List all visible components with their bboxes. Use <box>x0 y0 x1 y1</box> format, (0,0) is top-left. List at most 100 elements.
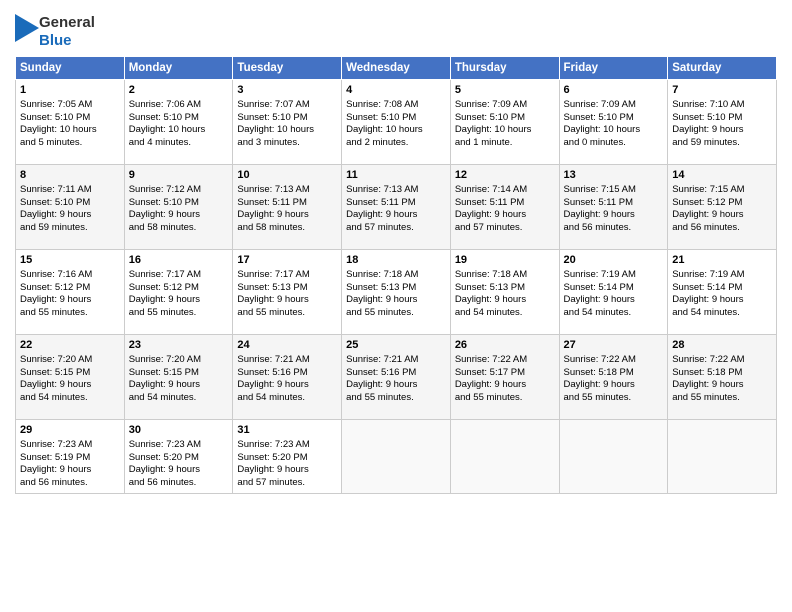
calendar-header-row: SundayMondayTuesdayWednesdayThursdayFrid… <box>16 57 777 80</box>
day-info: Daylight: 9 hours <box>455 379 555 392</box>
day-info: Daylight: 9 hours <box>129 209 229 222</box>
calendar-week-5: 29Sunrise: 7:23 AMSunset: 5:19 PMDayligh… <box>16 420 777 494</box>
calendar-week-3: 15Sunrise: 7:16 AMSunset: 5:12 PMDayligh… <box>16 250 777 335</box>
day-info: Daylight: 9 hours <box>237 209 337 222</box>
day-info: and 55 minutes. <box>20 307 120 320</box>
day-info: Sunset: 5:18 PM <box>672 367 772 380</box>
day-info: Sunset: 5:10 PM <box>564 112 664 125</box>
day-number: 15 <box>20 253 120 268</box>
calendar-cell: 21Sunrise: 7:19 AMSunset: 5:14 PMDayligh… <box>668 250 777 335</box>
day-info: and 57 minutes. <box>455 222 555 235</box>
day-info: Daylight: 9 hours <box>237 379 337 392</box>
day-info: Sunset: 5:10 PM <box>455 112 555 125</box>
day-info: Sunrise: 7:21 AM <box>346 354 446 367</box>
day-info: Sunset: 5:10 PM <box>129 197 229 210</box>
calendar-cell: 9Sunrise: 7:12 AMSunset: 5:10 PMDaylight… <box>124 165 233 250</box>
day-number: 12 <box>455 168 555 183</box>
day-info: and 54 minutes. <box>455 307 555 320</box>
day-number: 21 <box>672 253 772 268</box>
day-info: and 55 minutes. <box>455 392 555 405</box>
day-info: Sunrise: 7:20 AM <box>20 354 120 367</box>
day-info: and 56 minutes. <box>129 477 229 490</box>
day-info: Daylight: 9 hours <box>129 464 229 477</box>
day-info: Sunrise: 7:11 AM <box>20 184 120 197</box>
page-container: GeneralBlue SundayMondayTuesdayWednesday… <box>0 0 792 499</box>
day-number: 1 <box>20 83 120 98</box>
day-info: and 4 minutes. <box>129 137 229 150</box>
day-info: and 2 minutes. <box>346 137 446 150</box>
day-info: and 55 minutes. <box>129 307 229 320</box>
day-info: and 58 minutes. <box>237 222 337 235</box>
day-info: Daylight: 9 hours <box>20 464 120 477</box>
calendar-cell: 18Sunrise: 7:18 AMSunset: 5:13 PMDayligh… <box>342 250 451 335</box>
logo: GeneralBlue <box>15 14 95 50</box>
col-header-saturday: Saturday <box>668 57 777 80</box>
day-info: Sunset: 5:10 PM <box>237 112 337 125</box>
day-number: 16 <box>129 253 229 268</box>
logo-blue: Blue <box>39 32 95 50</box>
day-number: 30 <box>129 423 229 438</box>
day-info: Sunrise: 7:13 AM <box>237 184 337 197</box>
day-number: 29 <box>20 423 120 438</box>
calendar-cell <box>450 420 559 494</box>
calendar-cell: 26Sunrise: 7:22 AMSunset: 5:17 PMDayligh… <box>450 335 559 420</box>
day-info: and 55 minutes. <box>346 392 446 405</box>
calendar-cell: 5Sunrise: 7:09 AMSunset: 5:10 PMDaylight… <box>450 80 559 165</box>
day-number: 28 <box>672 338 772 353</box>
day-info: and 56 minutes. <box>672 222 772 235</box>
day-info: and 54 minutes. <box>564 307 664 320</box>
day-info: Sunrise: 7:19 AM <box>672 269 772 282</box>
col-header-wednesday: Wednesday <box>342 57 451 80</box>
day-info: Daylight: 9 hours <box>346 294 446 307</box>
calendar-cell: 8Sunrise: 7:11 AMSunset: 5:10 PMDaylight… <box>16 165 125 250</box>
calendar-cell <box>559 420 668 494</box>
day-number: 25 <box>346 338 446 353</box>
day-number: 11 <box>346 168 446 183</box>
day-number: 10 <box>237 168 337 183</box>
day-info: Sunrise: 7:18 AM <box>346 269 446 282</box>
calendar-cell: 28Sunrise: 7:22 AMSunset: 5:18 PMDayligh… <box>668 335 777 420</box>
calendar-cell <box>342 420 451 494</box>
calendar-cell: 24Sunrise: 7:21 AMSunset: 5:16 PMDayligh… <box>233 335 342 420</box>
day-info: Sunset: 5:10 PM <box>672 112 772 125</box>
day-info: Sunset: 5:20 PM <box>129 452 229 465</box>
day-info: Sunset: 5:15 PM <box>20 367 120 380</box>
day-info: Sunrise: 7:07 AM <box>237 99 337 112</box>
day-info: Daylight: 10 hours <box>129 124 229 137</box>
calendar-cell: 11Sunrise: 7:13 AMSunset: 5:11 PMDayligh… <box>342 165 451 250</box>
calendar-cell: 7Sunrise: 7:10 AMSunset: 5:10 PMDaylight… <box>668 80 777 165</box>
day-info: and 54 minutes. <box>20 392 120 405</box>
day-info: and 55 minutes. <box>672 392 772 405</box>
day-info: Sunset: 5:11 PM <box>237 197 337 210</box>
day-number: 27 <box>564 338 664 353</box>
day-info: Sunrise: 7:17 AM <box>129 269 229 282</box>
calendar-cell: 29Sunrise: 7:23 AMSunset: 5:19 PMDayligh… <box>16 420 125 494</box>
day-info: Sunset: 5:19 PM <box>20 452 120 465</box>
day-info: Daylight: 9 hours <box>564 294 664 307</box>
calendar-cell: 16Sunrise: 7:17 AMSunset: 5:12 PMDayligh… <box>124 250 233 335</box>
col-header-friday: Friday <box>559 57 668 80</box>
logo-general: General <box>39 14 95 32</box>
day-info: Sunset: 5:11 PM <box>455 197 555 210</box>
calendar-cell: 17Sunrise: 7:17 AMSunset: 5:13 PMDayligh… <box>233 250 342 335</box>
day-info: Sunrise: 7:21 AM <box>237 354 337 367</box>
day-info: Sunset: 5:10 PM <box>346 112 446 125</box>
calendar-cell: 20Sunrise: 7:19 AMSunset: 5:14 PMDayligh… <box>559 250 668 335</box>
calendar-cell: 25Sunrise: 7:21 AMSunset: 5:16 PMDayligh… <box>342 335 451 420</box>
day-info: Daylight: 9 hours <box>672 379 772 392</box>
day-info: Sunrise: 7:10 AM <box>672 99 772 112</box>
day-info: and 57 minutes. <box>346 222 446 235</box>
day-info: and 54 minutes. <box>672 307 772 320</box>
day-number: 4 <box>346 83 446 98</box>
day-info: and 55 minutes. <box>346 307 446 320</box>
col-header-thursday: Thursday <box>450 57 559 80</box>
day-info: Sunset: 5:18 PM <box>564 367 664 380</box>
calendar-cell: 3Sunrise: 7:07 AMSunset: 5:10 PMDaylight… <box>233 80 342 165</box>
day-info: Sunset: 5:11 PM <box>564 197 664 210</box>
day-number: 2 <box>129 83 229 98</box>
day-info: Daylight: 9 hours <box>672 124 772 137</box>
day-number: 26 <box>455 338 555 353</box>
day-number: 9 <box>129 168 229 183</box>
day-info: and 54 minutes. <box>237 392 337 405</box>
day-info: and 55 minutes. <box>564 392 664 405</box>
